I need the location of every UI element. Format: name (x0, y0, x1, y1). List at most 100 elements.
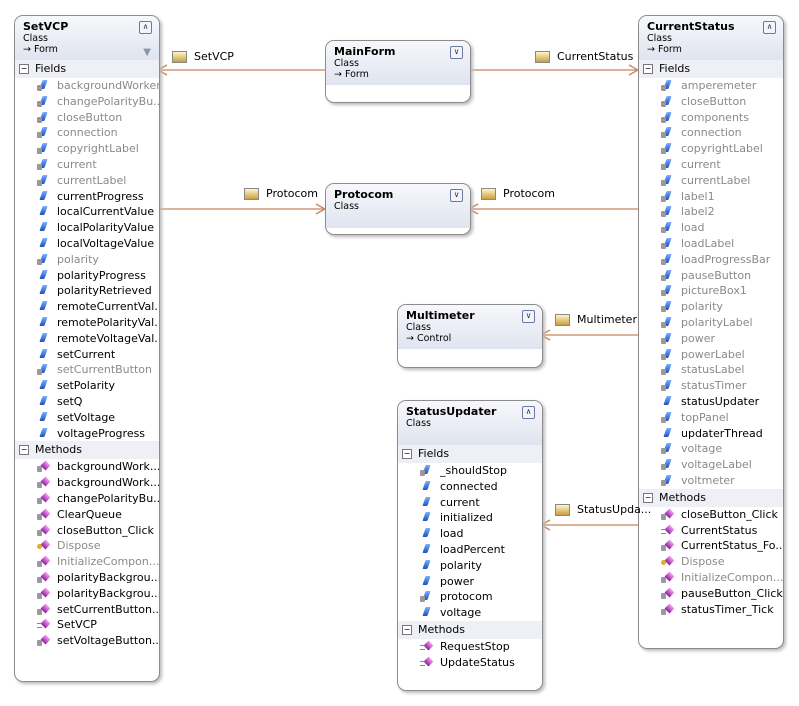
field-item[interactable]: connection (15, 125, 159, 141)
field-item[interactable]: closeButton (639, 94, 783, 110)
field-item[interactable]: load (639, 220, 783, 236)
field-item[interactable]: remoteVoltageVal... (15, 331, 159, 347)
association-label[interactable]: Multimeter (555, 313, 637, 326)
field-item[interactable]: setVoltage (15, 410, 159, 426)
field-item[interactable]: remotePolarityVal... (15, 315, 159, 331)
section-fields[interactable]: − Fields (639, 60, 783, 78)
field-item[interactable]: current (398, 495, 542, 511)
association-label[interactable]: Protocom (481, 187, 555, 200)
field-item[interactable]: polarityLabel (639, 315, 783, 331)
collapse-button[interactable]: ∧ (763, 21, 776, 34)
field-item[interactable]: setQ (15, 394, 159, 410)
field-item[interactable]: polarity (15, 252, 159, 268)
section-methods[interactable]: − Methods (639, 488, 783, 507)
method-item[interactable]: polarityBackgrou... (15, 570, 159, 586)
section-fields[interactable]: − Fields (398, 445, 542, 463)
method-item[interactable]: changePolarityBu... (15, 491, 159, 507)
field-item[interactable]: powerLabel (639, 347, 783, 363)
field-item[interactable]: loadPercent (398, 542, 542, 558)
field-item[interactable]: label1 (639, 189, 783, 205)
method-item[interactable]: Dispose (639, 554, 783, 570)
collapse-section-icon[interactable]: − (402, 624, 412, 635)
class-multimeter[interactable]: Multimeter Class → Control ∨ (397, 304, 543, 368)
method-item[interactable]: pauseButton_Click (639, 586, 783, 602)
field-item[interactable]: copyrightLabel (15, 141, 159, 157)
collapse-section-icon[interactable]: − (402, 449, 412, 459)
field-item[interactable]: changePolarityBu... (15, 94, 159, 110)
field-item[interactable]: initialized (398, 510, 542, 526)
field-item[interactable]: localVoltageValue (15, 236, 159, 252)
method-item[interactable]: SetVCP (15, 617, 159, 633)
field-item[interactable]: pictureBox1 (639, 283, 783, 299)
class-setvcp[interactable]: SetVCP Class → Form ∧ ▼ − Fields backgroundWor… (14, 15, 160, 682)
field-item[interactable]: polarityProgress (15, 268, 159, 284)
field-item[interactable]: polarity (398, 558, 542, 574)
field-item[interactable]: currentProgress (15, 189, 159, 205)
method-item[interactable]: closeButton_Click (15, 523, 159, 539)
field-item[interactable]: components (639, 110, 783, 126)
method-item[interactable]: ClearQueue (15, 507, 159, 523)
field-item[interactable]: loadProgressBar (639, 252, 783, 268)
association-label[interactable]: Protocom (244, 187, 318, 200)
method-item[interactable]: closeButton_Click (639, 507, 783, 523)
collapse-button[interactable]: ∧ (522, 406, 535, 419)
field-item[interactable]: load (398, 526, 542, 542)
field-item[interactable]: backgroundWorker (15, 78, 159, 94)
field-item[interactable]: connected (398, 479, 542, 495)
field-item[interactable]: statusTimer (639, 378, 783, 394)
field-item[interactable]: voltage (398, 605, 542, 621)
field-item[interactable]: copyrightLabel (639, 141, 783, 157)
field-item[interactable]: setPolarity (15, 378, 159, 394)
method-item[interactable]: InitializeCompon... (639, 570, 783, 586)
field-item[interactable]: amperemeter (639, 78, 783, 94)
field-item[interactable]: localCurrentValue (15, 204, 159, 220)
field-item[interactable]: current (639, 157, 783, 173)
section-methods[interactable]: − Methods (398, 620, 542, 639)
class-statusupdater[interactable]: StatusUpdater Class ∧ − Fields _shouldStop co… (397, 400, 543, 691)
section-methods[interactable]: − Methods (15, 441, 159, 460)
collapse-button[interactable]: ∧ (139, 21, 152, 34)
class-mainform[interactable]: MainForm Class → Form ∨ (325, 40, 471, 103)
method-item[interactable]: statusTimer_Tick (639, 602, 783, 618)
field-item[interactable]: voltage (639, 441, 783, 457)
field-item[interactable]: closeButton (15, 110, 159, 126)
field-item[interactable]: remoteCurrentVal... (15, 299, 159, 315)
field-item[interactable]: statusLabel (639, 362, 783, 378)
field-item[interactable]: voltageLabel (639, 457, 783, 473)
method-item[interactable]: polarityBackgrou... (15, 586, 159, 602)
expand-button[interactable]: ∨ (522, 310, 535, 323)
method-item[interactable]: setVoltageButton... (15, 633, 159, 649)
field-item[interactable]: voltmeter (639, 473, 783, 489)
field-item[interactable]: setCurrent (15, 347, 159, 363)
field-item[interactable]: pauseButton (639, 268, 783, 284)
field-item[interactable]: protocom (398, 589, 542, 605)
class-protocom[interactable]: Protocom Class ∨ (325, 183, 471, 235)
collapse-section-icon[interactable]: − (643, 492, 653, 503)
field-item[interactable]: _shouldStop (398, 463, 542, 479)
expand-button[interactable]: ∨ (450, 46, 463, 59)
association-label[interactable]: CurrentStatus (535, 50, 633, 63)
method-item[interactable]: Dispose (15, 538, 159, 554)
field-item[interactable]: label2 (639, 204, 783, 220)
class-currentstatus[interactable]: CurrentStatus Class → Form ∧ − Fields amperem… (638, 15, 784, 649)
field-item[interactable]: statusUpdater (639, 394, 783, 410)
field-item[interactable]: updaterThread (639, 426, 783, 442)
method-item[interactable]: backgroundWork... (15, 459, 159, 475)
expand-button[interactable]: ∨ (450, 189, 463, 202)
method-item[interactable]: CurrentStatus (639, 523, 783, 539)
field-item[interactable]: power (639, 331, 783, 347)
association-label[interactable]: StatusUpda... (555, 503, 651, 516)
association-label[interactable]: SetVCP (172, 50, 234, 63)
filter-icon[interactable]: ▼ (143, 47, 151, 58)
method-item[interactable]: setCurrentButton... (15, 602, 159, 618)
field-item[interactable]: current (15, 157, 159, 173)
field-item[interactable]: voltageProgress (15, 426, 159, 442)
field-item[interactable]: polarity (639, 299, 783, 315)
method-item[interactable]: UpdateStatus (398, 655, 542, 671)
field-item[interactable]: power (398, 574, 542, 590)
field-item[interactable]: connection (639, 125, 783, 141)
collapse-section-icon[interactable]: − (643, 64, 653, 74)
field-item[interactable]: topPanel (639, 410, 783, 426)
field-item[interactable]: loadLabel (639, 236, 783, 252)
method-item[interactable]: backgroundWork... (15, 475, 159, 491)
